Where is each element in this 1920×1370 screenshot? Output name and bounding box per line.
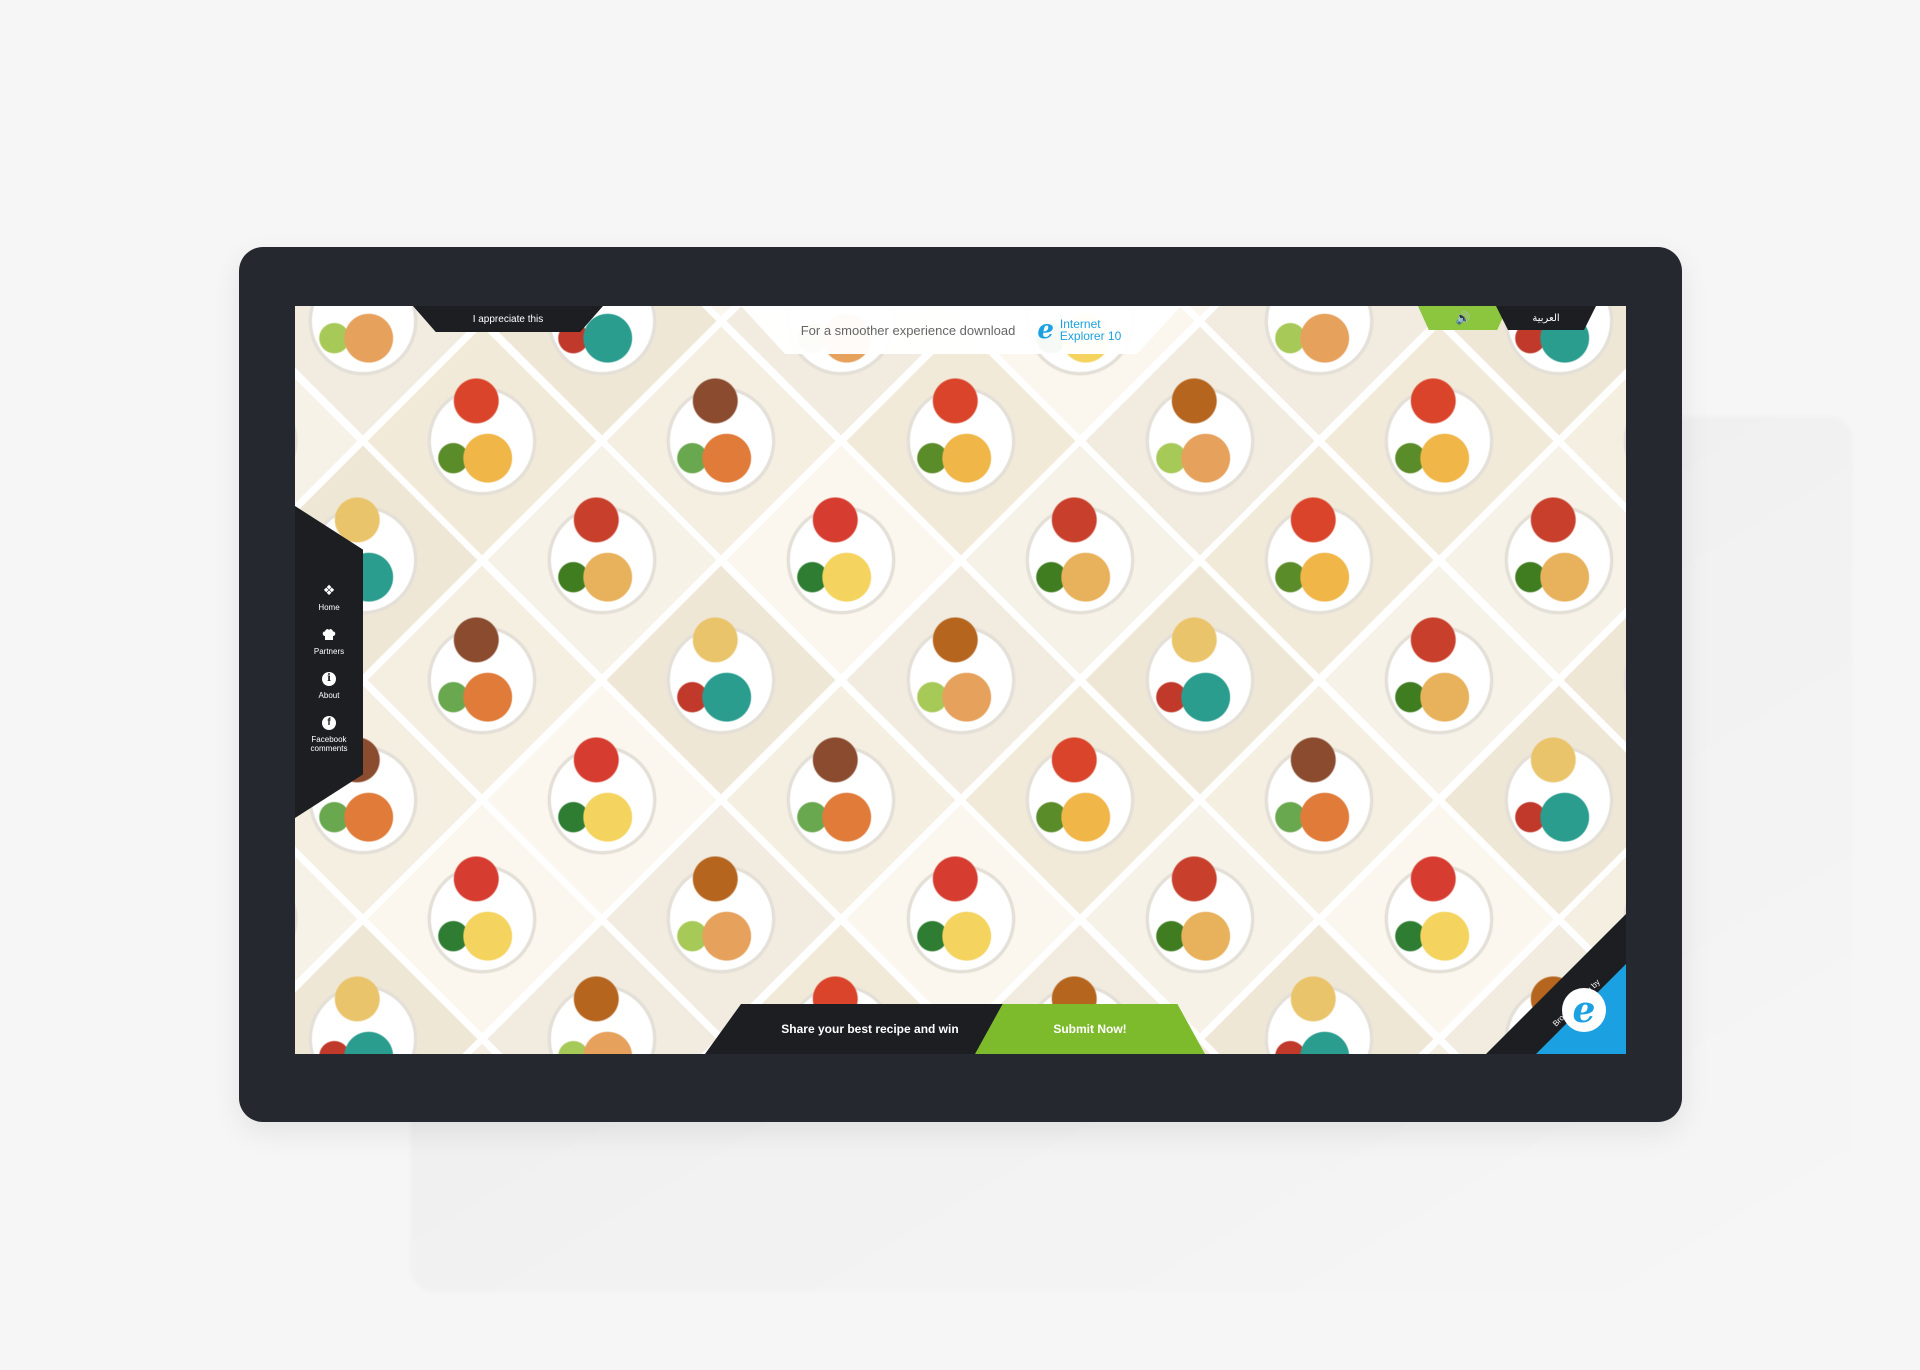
ie-download-banner[interactable]: For a smoother experience download e Int…: [741, 306, 1181, 354]
ie-message: For a smoother experience download: [800, 322, 1016, 338]
sidebar-item-about[interactable]: i About: [318, 670, 340, 700]
sidebar-item-partners[interactable]: Partners: [314, 626, 344, 656]
chef-hat-icon: [320, 626, 338, 644]
sidebar-item-label: Partners: [313, 646, 345, 656]
bottom-bar: Share your best recipe and win Submit No…: [705, 1004, 1205, 1054]
sidebar-item-facebook-comments[interactable]: f Facebook comments: [307, 714, 351, 753]
ie-brand-line2: Explorer 10: [1059, 329, 1122, 343]
internet-explorer-icon: e: [1037, 315, 1054, 345]
sidebar-item-home[interactable]: ❖ Home: [318, 582, 339, 612]
appreciate-label: I appreciate this: [472, 313, 544, 325]
facebook-icon: f: [320, 714, 338, 732]
language-label: العربية: [1532, 312, 1560, 324]
language-button[interactable]: العربية: [1496, 306, 1596, 330]
info-icon: i: [320, 670, 338, 688]
ie-brand[interactable]: e Internet Explorer 10: [1037, 315, 1121, 345]
sidebar-item-label: Home: [318, 602, 340, 612]
submit-label: Submit Now!: [1053, 1022, 1127, 1036]
appreciate-button[interactable]: I appreciate this: [413, 306, 603, 332]
sidebar-item-label: About: [318, 690, 340, 700]
sidebar: ❖ Home Partners i About f Facebook comme…: [295, 506, 363, 818]
brought-to-you-corner[interactable]: Brought to you by e: [1486, 914, 1626, 1054]
submit-now-button[interactable]: Submit Now!: [975, 1004, 1205, 1054]
sound-toggle-button[interactable]: 🔊: [1418, 306, 1508, 330]
app-screen: I appreciate this For a smoother experie…: [295, 306, 1626, 1054]
top-right-controls: 🔊 العربية: [1418, 306, 1596, 330]
sidebar-item-label: Facebook comments: [310, 734, 348, 753]
share-text: Share your best recipe and win: [781, 1022, 959, 1036]
speaker-icon: 🔊: [1455, 311, 1471, 325]
device-frame: I appreciate this For a smoother experie…: [239, 247, 1682, 1122]
home-icon: ❖: [322, 582, 336, 598]
internet-explorer-icon: e: [1562, 988, 1606, 1032]
share-recipe-banner: Share your best recipe and win: [705, 1004, 1005, 1054]
